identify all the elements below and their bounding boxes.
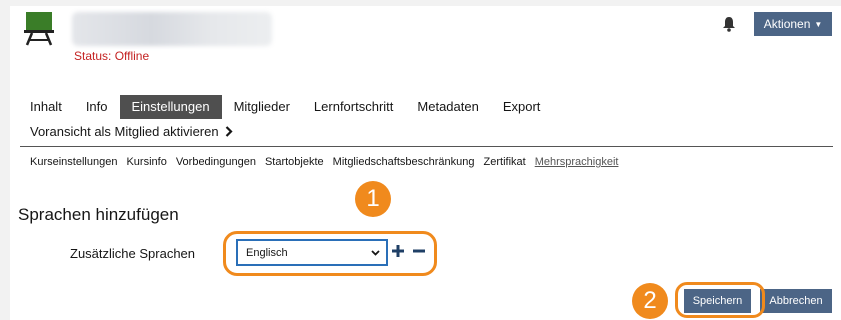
settings-subtabs: Kurseinstellungen Kursinfo Vorbedingunge… bbox=[30, 156, 618, 168]
subtab-kurseinstellungen[interactable]: Kurseinstellungen bbox=[30, 156, 117, 168]
subtab-zertifikat[interactable]: Zertifikat bbox=[484, 156, 526, 168]
cancel-button[interactable]: Abbrechen bbox=[760, 289, 832, 313]
course-icon bbox=[24, 12, 54, 46]
subtab-kursinfo[interactable]: Kursinfo bbox=[126, 156, 166, 168]
subtab-startobjekte[interactable]: Startobjekte bbox=[265, 156, 324, 168]
tabs-divider bbox=[20, 146, 833, 147]
additional-languages-label: Zusätzliche Sprachen bbox=[70, 246, 196, 261]
member-preview-link[interactable]: Voransicht als Mitglied aktivieren bbox=[30, 124, 233, 139]
actions-dropdown-button[interactable]: Aktionen ▼ bbox=[754, 12, 832, 36]
caret-down-icon: ▼ bbox=[814, 19, 823, 29]
tab-einstellungen[interactable]: Einstellungen bbox=[119, 95, 222, 119]
member-preview-label: Voransicht als Mitglied aktivieren bbox=[30, 124, 219, 139]
tab-lernfortschritt[interactable]: Lernfortschritt bbox=[302, 95, 405, 119]
tab-inhalt[interactable]: Inhalt bbox=[20, 95, 74, 119]
notification-bell-icon[interactable] bbox=[722, 16, 736, 32]
status-text: Status: Offline bbox=[74, 49, 150, 63]
actions-label: Aktionen bbox=[763, 17, 811, 31]
annotation-highlight-2 bbox=[675, 282, 765, 318]
section-title: Sprachen hinzufügen bbox=[18, 205, 179, 224]
subtab-mitgliedschaftsbeschraenkung[interactable]: Mitgliedschaftsbeschränkung bbox=[333, 156, 475, 168]
subtab-mehrsprachigkeit[interactable]: Mehrsprachigkeit bbox=[535, 156, 619, 168]
subtab-vorbedingungen[interactable]: Vorbedingungen bbox=[176, 156, 256, 168]
tab-mitglieder[interactable]: Mitglieder bbox=[222, 95, 302, 119]
annotation-badge-1: 1 bbox=[355, 181, 391, 217]
tab-metadaten[interactable]: Metadaten bbox=[405, 95, 490, 119]
annotation-highlight-1 bbox=[223, 231, 437, 276]
tab-info[interactable]: Info bbox=[74, 95, 120, 119]
annotation-badge-2: 2 bbox=[632, 283, 668, 319]
page: Status: Offline Aktionen ▼ Inhalt Info E… bbox=[0, 0, 841, 320]
tab-export[interactable]: Export bbox=[491, 95, 553, 119]
course-title-blurred bbox=[72, 12, 272, 46]
chevron-right-icon bbox=[225, 126, 233, 137]
main-tabs: Inhalt Info Einstellungen Mitglieder Ler… bbox=[20, 95, 552, 119]
